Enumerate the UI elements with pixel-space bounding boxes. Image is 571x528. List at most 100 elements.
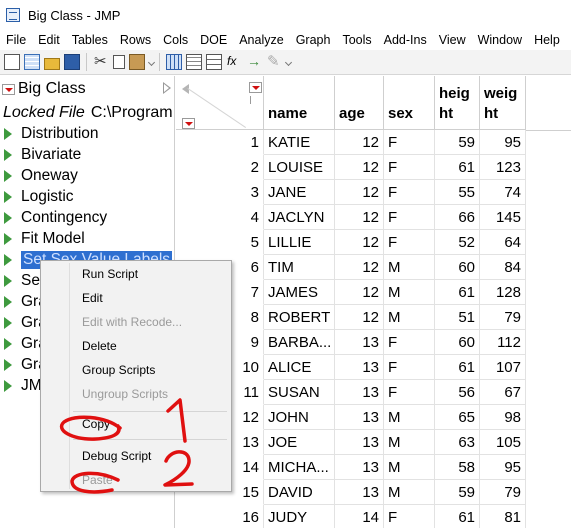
run-script-triangle-icon[interactable] (4, 127, 12, 140)
cell-name[interactable]: JANE (264, 180, 335, 205)
menu-doe[interactable]: DOE (194, 33, 233, 47)
cell-age[interactable]: 13 (335, 430, 384, 455)
cell-name[interactable]: KATIE (264, 130, 335, 155)
cell-height[interactable]: 58 (435, 455, 480, 480)
menu-graph[interactable]: Graph (290, 33, 337, 47)
cell-weight[interactable]: 67 (480, 380, 526, 405)
menu-window[interactable]: Window (472, 33, 528, 47)
cell-height[interactable]: 51 (435, 305, 480, 330)
cell-weight[interactable]: 95 (480, 455, 526, 480)
cell-age[interactable]: 13 (335, 355, 384, 380)
run-script-menu-item[interactable]: Run Script (82, 267, 138, 281)
cell-age[interactable]: 12 (335, 305, 384, 330)
cell-sex[interactable]: M (384, 305, 435, 330)
edit-menu-item[interactable]: Edit (82, 291, 103, 305)
cell-height[interactable]: 60 (435, 330, 480, 355)
cell-sex[interactable]: F (384, 205, 435, 230)
cell-age[interactable]: 12 (335, 155, 384, 180)
cell-height[interactable]: 61 (435, 355, 480, 380)
cell-height[interactable]: 66 (435, 205, 480, 230)
paste-icon[interactable] (129, 54, 145, 70)
menu-tables[interactable]: Tables (66, 33, 114, 47)
cell-name[interactable]: DAVID (264, 480, 335, 505)
red-triangle-menu-icon[interactable] (2, 83, 15, 95)
formula-icon[interactable] (226, 54, 242, 70)
cell-sex[interactable]: F (384, 180, 435, 205)
pencil-icon[interactable] (266, 52, 282, 70)
toolbar-overflow-icon[interactable] (285, 54, 291, 70)
row-number[interactable]: 3 (176, 180, 264, 205)
cell-age[interactable]: 13 (335, 405, 384, 430)
cut-icon[interactable] (93, 52, 109, 70)
cell-weight[interactable]: 79 (480, 305, 526, 330)
cell-sex[interactable]: F (384, 380, 435, 405)
cell-weight[interactable]: 84 (480, 255, 526, 280)
rows-icon[interactable] (206, 54, 222, 70)
cell-weight[interactable]: 112 (480, 330, 526, 355)
cell-sex[interactable]: M (384, 255, 435, 280)
cell-age[interactable]: 12 (335, 280, 384, 305)
cell-height[interactable]: 59 (435, 130, 480, 155)
debug-script-menu-item[interactable]: Debug Script (82, 449, 151, 463)
cell-weight[interactable]: 107 (480, 355, 526, 380)
cell-name[interactable]: BARBA... (264, 330, 335, 355)
cell-sex[interactable]: F (384, 230, 435, 255)
cell-age[interactable]: 12 (335, 255, 384, 280)
copy-icon[interactable] (113, 55, 125, 69)
cell-height[interactable]: 56 (435, 380, 480, 405)
menu-file[interactable]: File (0, 33, 32, 47)
cell-weight[interactable]: 123 (480, 155, 526, 180)
col-header-name[interactable]: name (264, 76, 335, 130)
row-number[interactable]: 2 (176, 155, 264, 180)
cell-weight[interactable]: 95 (480, 130, 526, 155)
cell-age[interactable]: 12 (335, 130, 384, 155)
copy-menu-item[interactable]: Copy (82, 417, 110, 431)
cell-name[interactable]: JAMES (264, 280, 335, 305)
open-icon[interactable] (44, 58, 60, 70)
cell-age[interactable]: 13 (335, 480, 384, 505)
cell-weight[interactable]: 98 (480, 405, 526, 430)
cell-age[interactable]: 13 (335, 330, 384, 355)
menu-help[interactable]: Help (528, 33, 566, 47)
cell-weight[interactable]: 79 (480, 480, 526, 505)
cell-name[interactable]: MICHA... (264, 455, 335, 480)
data-table-icon[interactable] (186, 54, 202, 70)
cell-height[interactable]: 55 (435, 180, 480, 205)
col-header-weight[interactable]: weig ht (480, 76, 526, 130)
cell-sex[interactable]: F (384, 155, 435, 180)
run-script-triangle-icon[interactable] (4, 190, 12, 203)
cell-sex[interactable]: M (384, 455, 435, 480)
run-script-triangle-icon[interactable] (4, 253, 12, 266)
menu-edit[interactable]: Edit (32, 33, 66, 47)
menu-tools[interactable]: Tools (336, 33, 377, 47)
new-grid-icon[interactable] (24, 54, 40, 70)
row-number[interactable]: 4 (176, 205, 264, 230)
row-number[interactable]: 16 (176, 505, 264, 528)
cell-sex[interactable]: F (384, 330, 435, 355)
menu-analyze[interactable]: Analyze (233, 33, 289, 47)
script-item[interactable]: Logistic (0, 186, 174, 207)
cell-height[interactable]: 65 (435, 405, 480, 430)
cell-age[interactable]: 13 (335, 455, 384, 480)
cell-name[interactable]: LILLIE (264, 230, 335, 255)
rows-red-triangle-icon[interactable] (182, 118, 195, 129)
cell-sex[interactable]: M (384, 405, 435, 430)
script-item[interactable]: Bivariate (0, 144, 174, 165)
cell-sex[interactable]: F (384, 505, 435, 528)
run-script-triangle-icon[interactable] (4, 295, 12, 308)
run-script-triangle-icon[interactable] (4, 379, 12, 392)
cell-name[interactable]: JUDY (264, 505, 335, 528)
cell-name[interactable]: TIM (264, 255, 335, 280)
cell-height[interactable]: 61 (435, 505, 480, 528)
run-arrow-icon[interactable] (246, 53, 262, 70)
cell-age[interactable]: 12 (335, 180, 384, 205)
run-script-triangle-icon[interactable] (4, 211, 12, 224)
cell-name[interactable]: LOUISE (264, 155, 335, 180)
cell-height[interactable]: 59 (435, 480, 480, 505)
cell-height[interactable]: 60 (435, 255, 480, 280)
cell-age[interactable]: 14 (335, 505, 384, 528)
row-number[interactable]: 1 (176, 130, 264, 155)
run-script-triangle-icon[interactable] (4, 148, 12, 161)
delete-menu-item[interactable]: Delete (82, 339, 117, 353)
columns-red-triangle-icon[interactable] (249, 82, 262, 93)
